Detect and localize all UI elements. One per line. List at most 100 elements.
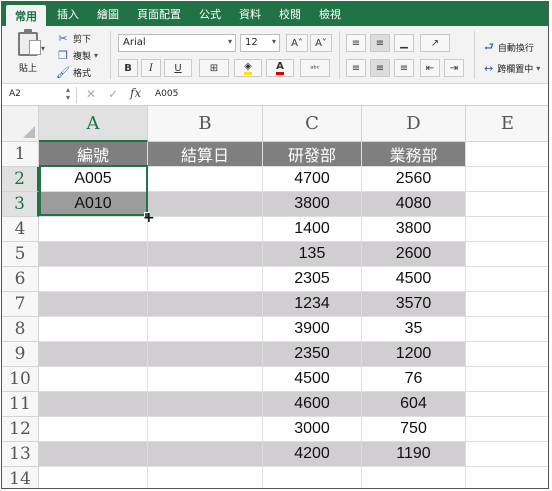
cell[interactable]: [148, 417, 263, 442]
decrease-indent-button[interactable]: ⇤: [420, 59, 440, 77]
cell[interactable]: [466, 367, 548, 392]
cell[interactable]: [466, 317, 548, 342]
tab-page-layout[interactable]: 頁面配置: [128, 2, 190, 26]
cell[interactable]: 3570: [362, 292, 466, 317]
wrap-text-button[interactable]: ⮐ 自動換行: [484, 38, 534, 57]
align-left-button[interactable]: ≡: [346, 59, 366, 77]
align-right-button[interactable]: ≡: [394, 59, 414, 77]
cell[interactable]: [466, 442, 548, 467]
align-bottom-button[interactable]: ▁: [394, 34, 414, 52]
cell[interactable]: [148, 242, 263, 267]
cell[interactable]: [466, 467, 548, 488]
font-color-button[interactable]: A: [266, 59, 294, 77]
phonetic-button[interactable]: ᵃᵇᶜ: [300, 59, 330, 77]
row-header-4[interactable]: 4: [2, 217, 39, 242]
row-header-10[interactable]: 10: [2, 367, 39, 392]
header-cell[interactable]: 結算日: [148, 142, 263, 167]
cell[interactable]: [39, 267, 148, 292]
copy-button[interactable]: ❐ 複製 ▾: [56, 47, 98, 64]
align-middle-button[interactable]: ≡: [370, 34, 390, 52]
column-header-b[interactable]: B: [148, 106, 263, 142]
italic-button[interactable]: I: [141, 59, 161, 77]
cell[interactable]: [148, 192, 263, 217]
cut-button[interactable]: ✂ 剪下: [56, 30, 98, 47]
cell[interactable]: [148, 467, 263, 488]
cell[interactable]: 3900: [263, 317, 362, 342]
cell[interactable]: [148, 167, 263, 192]
row-header-11[interactable]: 11: [2, 392, 39, 417]
row-header-1[interactable]: 1: [2, 142, 39, 167]
tab-data[interactable]: 資料: [230, 2, 270, 26]
underline-button[interactable]: U: [164, 59, 192, 77]
confirm-icon[interactable]: ✓: [108, 87, 118, 101]
cell[interactable]: 750: [362, 417, 466, 442]
chevron-down-icon[interactable]: ▾: [41, 44, 45, 53]
cell[interactable]: 1190: [362, 442, 466, 467]
cell[interactable]: [466, 217, 548, 242]
increase-indent-button[interactable]: ⇥: [444, 59, 464, 77]
column-header-d[interactable]: D: [362, 106, 466, 142]
cell[interactable]: [148, 392, 263, 417]
cell[interactable]: 2305: [263, 267, 362, 292]
cell[interactable]: [148, 317, 263, 342]
name-box[interactable]: A2 ▴ ▾: [6, 86, 72, 103]
cell[interactable]: [362, 467, 466, 488]
column-header-c[interactable]: C: [263, 106, 362, 142]
chevron-down-icon[interactable]: ▾: [94, 51, 98, 60]
cell[interactable]: 2600: [362, 242, 466, 267]
cell[interactable]: 3800: [362, 217, 466, 242]
formula-input[interactable]: A005: [155, 89, 178, 99]
cell[interactable]: 4600: [263, 392, 362, 417]
cell[interactable]: 4500: [263, 367, 362, 392]
cell[interactable]: [148, 217, 263, 242]
paste-button[interactable]: 貼上 ▾: [8, 29, 48, 80]
header-cell[interactable]: 研發部: [263, 142, 362, 167]
row-header-6[interactable]: 6: [2, 267, 39, 292]
format-painter-button[interactable]: 🖌 格式: [56, 64, 98, 81]
bold-button[interactable]: B: [118, 59, 138, 77]
cell[interactable]: [148, 292, 263, 317]
align-center-button[interactable]: ≡: [370, 59, 390, 77]
cell[interactable]: 1200: [362, 342, 466, 367]
cell[interactable]: [148, 442, 263, 467]
shrink-font-button[interactable]: A˅: [310, 34, 332, 52]
row-header-12[interactable]: 12: [2, 417, 39, 442]
cell[interactable]: 604: [362, 392, 466, 417]
cell[interactable]: 2350: [263, 342, 362, 367]
tab-insert[interactable]: 插入: [48, 2, 88, 26]
row-header-2[interactable]: 2: [2, 167, 39, 192]
cell[interactable]: 135: [263, 242, 362, 267]
cell[interactable]: [263, 467, 362, 488]
tab-review[interactable]: 校閱: [270, 2, 310, 26]
cell[interactable]: 4700: [263, 167, 362, 192]
cell[interactable]: [466, 292, 548, 317]
cell[interactable]: 76: [362, 367, 466, 392]
cell[interactable]: [466, 267, 548, 292]
row-header-13[interactable]: 13: [2, 442, 39, 467]
cell[interactable]: 4080: [362, 192, 466, 217]
borders-button[interactable]: ⊞: [199, 59, 229, 77]
column-header-e[interactable]: E: [466, 106, 548, 142]
cell[interactable]: [39, 242, 148, 267]
cell[interactable]: [39, 342, 148, 367]
row-header-3[interactable]: 3: [2, 192, 39, 217]
tab-draw[interactable]: 繪圖: [88, 2, 128, 26]
cell[interactable]: [39, 392, 148, 417]
cell[interactable]: 35: [362, 317, 466, 342]
cell[interactable]: [466, 192, 548, 217]
cell[interactable]: [466, 167, 548, 192]
cell[interactable]: 4200: [263, 442, 362, 467]
merge-center-button[interactable]: ↔ 跨欄置中 ▾: [484, 62, 540, 75]
cell[interactable]: 4500: [362, 267, 466, 292]
header-cell[interactable]: [466, 142, 548, 167]
cell[interactable]: [39, 467, 148, 488]
header-cell[interactable]: 編號: [39, 142, 148, 167]
font-size-select[interactable]: 12 ▾: [240, 34, 280, 52]
row-header-9[interactable]: 9: [2, 342, 39, 367]
cell[interactable]: [39, 367, 148, 392]
cell[interactable]: [466, 417, 548, 442]
row-header-8[interactable]: 8: [2, 317, 39, 342]
cell[interactable]: [148, 267, 263, 292]
cell[interactable]: 1234: [263, 292, 362, 317]
cell[interactable]: [39, 417, 148, 442]
